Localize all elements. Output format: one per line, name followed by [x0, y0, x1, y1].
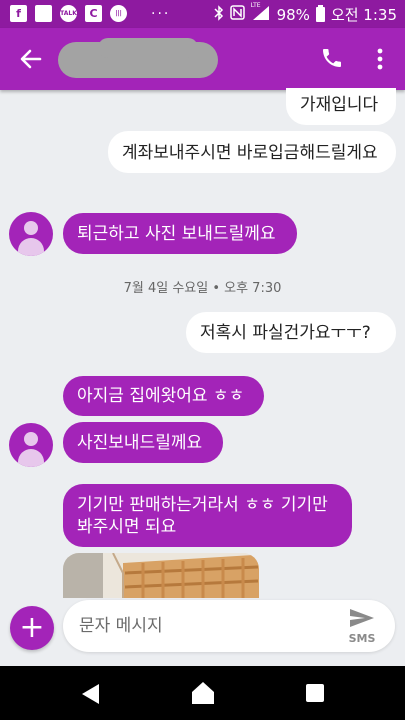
more-notifications: ···: [151, 5, 171, 22]
overflow-menu-icon[interactable]: [370, 46, 390, 72]
nav-home-icon[interactable]: [190, 680, 216, 706]
notification-icons: f TALK C ||| ···: [10, 5, 170, 22]
send-sms-button[interactable]: SMS: [347, 606, 377, 646]
nfc-app-icon: C: [85, 5, 102, 22]
message-bubble-incoming[interactable]: 사진보내드릴께요: [63, 422, 223, 463]
add-attachment-button[interactable]: +: [10, 606, 54, 650]
nfc-icon: [229, 5, 245, 24]
signal-label: LTE: [250, 1, 261, 9]
signal-icon: LTE: [250, 1, 271, 25]
kakaotalk-label: TALK: [60, 10, 77, 17]
battery-percentage: 98%: [276, 5, 310, 24]
message-bubble-incoming[interactable]: 아지금 집에왓어요 ㅎㅎ: [63, 376, 264, 416]
contact-avatar[interactable]: [9, 212, 53, 256]
compose-bar: SMS: [63, 600, 395, 652]
back-arrow-icon[interactable]: [18, 46, 44, 72]
message-bubble-outgoing[interactable]: 저혹시 파실건가요ㅜㅜ?: [186, 312, 396, 353]
phone-icon[interactable]: [320, 46, 346, 72]
system-status: LTE 98% 오전 1:35: [214, 1, 397, 25]
status-bar: f TALK C ||| ··· LTE 98% 오전 1:35: [0, 0, 405, 28]
facebook-icon: f: [10, 5, 27, 22]
barcode-icon: |||: [110, 5, 127, 22]
message-bubble-outgoing[interactable]: 계좌보내주시면 바로입금해드릴게요: [108, 131, 396, 173]
date-separator: 7월 4일 수요일 • 오후 7:30: [123, 281, 282, 296]
bluetooth-icon: [214, 4, 224, 25]
contact-avatar[interactable]: [9, 423, 53, 467]
conversation-header: [0, 28, 405, 90]
message-input[interactable]: [79, 612, 329, 640]
kakaotalk-icon: TALK: [60, 5, 77, 22]
message-bubble-incoming[interactable]: 퇴근하고 사진 보내드릴께요: [63, 213, 297, 254]
nav-recents-icon[interactable]: [306, 684, 324, 702]
system-navigation-bar: [0, 666, 405, 720]
send-icon: [350, 609, 374, 627]
image-attachment[interactable]: [63, 553, 259, 598]
message-bubble-outgoing[interactable]: 가재입니다: [286, 88, 396, 125]
battery-icon: [315, 5, 325, 22]
square-app-icon: [35, 5, 52, 22]
nav-back-icon[interactable]: [80, 683, 100, 705]
clock: 오전 1:35: [330, 6, 397, 24]
send-label: SMS: [348, 632, 376, 645]
message-bubble-incoming[interactable]: 기기만 판매하는거라서 ㅎㅎ 기기만 봐주시면 되요: [63, 484, 352, 547]
contact-name-redacted[interactable]: [58, 38, 218, 78]
